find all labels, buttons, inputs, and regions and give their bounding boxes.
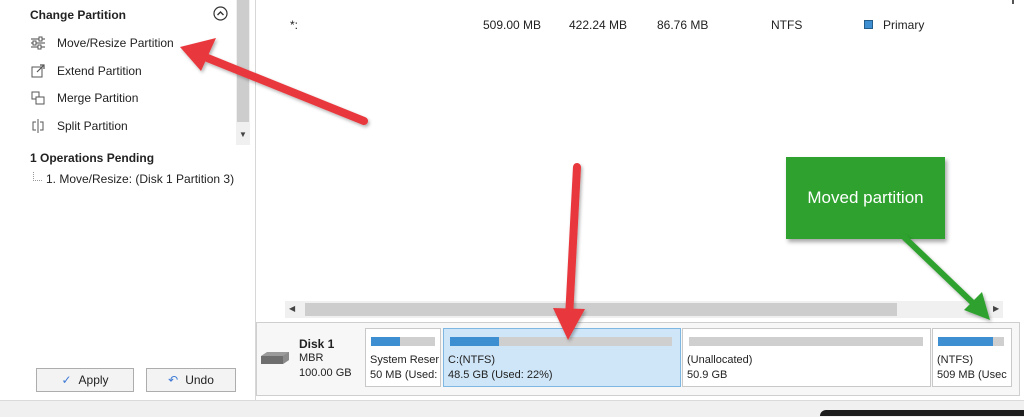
column-fragment (1012, 0, 1014, 4)
partition-name: C:(NTFS) (448, 354, 496, 366)
scroll-down-icon[interactable]: ▼ (239, 130, 247, 139)
row-capacity: 509.00 MB (483, 18, 542, 32)
disk-size: 100.00 GB (299, 367, 352, 379)
usage-bar (689, 337, 923, 346)
disk-name: Disk 1 (299, 337, 335, 351)
partition-name: System Reser (370, 354, 440, 366)
disk-style: MBR (299, 352, 324, 364)
left-panel (0, 0, 256, 400)
sliders-icon (30, 35, 46, 51)
horizontal-scrollbar-thumb[interactable] (305, 303, 897, 316)
row-unused: 86.76 MB (657, 18, 709, 32)
partition-block-c[interactable]: C:(NTFS) 48.5 GB (Used: 22%) (443, 328, 681, 387)
partition-block-moved-ntfs[interactable]: (NTFS) 509 MB (Usec (932, 328, 1012, 387)
partition-info: 50.9 GB (687, 369, 728, 381)
moved-partition-callout: Moved partition (786, 157, 945, 239)
merge-icon (30, 90, 46, 106)
partition-info: 509 MB (Usec (937, 369, 1007, 381)
row-file-system: NTFS (771, 18, 803, 32)
row-partition-name[interactable]: *: (290, 18, 298, 32)
extend-partition-item[interactable]: Extend Partition (30, 61, 230, 81)
move-resize-partition-item[interactable]: Move/Resize Partition (30, 33, 230, 53)
partition-info: 48.5 GB (Used: 22%) (448, 369, 553, 381)
partition-name: (Unallocated) (687, 354, 753, 366)
extend-icon (30, 63, 46, 79)
usage-bar (371, 337, 435, 346)
taskbar-fragment (820, 410, 1024, 416)
usage-bar-fill (450, 337, 499, 346)
tree-connector (33, 172, 42, 181)
scroll-left-icon[interactable]: ◀ (289, 304, 295, 313)
partition-block-system-reserved[interactable]: System Reser 50 MB (Used: (365, 328, 441, 387)
usage-bar (938, 337, 1004, 346)
partition-info: 50 MB (Used: (370, 369, 438, 381)
split-partition-item[interactable]: Split Partition (30, 116, 230, 136)
scroll-right-icon[interactable]: ▶ (993, 304, 999, 313)
row-type: Primary (883, 18, 925, 32)
partition-name: (NTFS) (937, 354, 974, 366)
change-partition-title: Change Partition (30, 8, 127, 22)
collapse-icon[interactable] (213, 6, 228, 21)
operations-pending-title: 1 Operations Pending (30, 151, 155, 165)
usage-bar-fill (371, 337, 400, 346)
usage-bar (450, 337, 672, 346)
undo-button[interactable]: ↶ Undo (146, 368, 236, 392)
pending-operation-item[interactable]: 1. Move/Resize: (Disk 1 Partition 3) (46, 172, 234, 186)
left-panel-scrollbar-thumb[interactable] (237, 0, 249, 122)
apply-button[interactable]: ✓ Apply (36, 368, 134, 392)
disk-drive-icon (259, 351, 291, 365)
split-icon (30, 118, 46, 134)
usage-bar-fill (938, 337, 993, 346)
merge-partition-item[interactable]: Merge Partition (30, 88, 230, 108)
check-icon: ✓ (61, 373, 72, 387)
partition-block-unallocated[interactable]: (Unallocated) 50.9 GB (682, 328, 931, 387)
primary-type-swatch (864, 20, 873, 29)
row-used: 422.24 MB (569, 18, 628, 32)
undo-icon: ↶ (168, 373, 179, 387)
callout-text: Moved partition (807, 188, 924, 207)
